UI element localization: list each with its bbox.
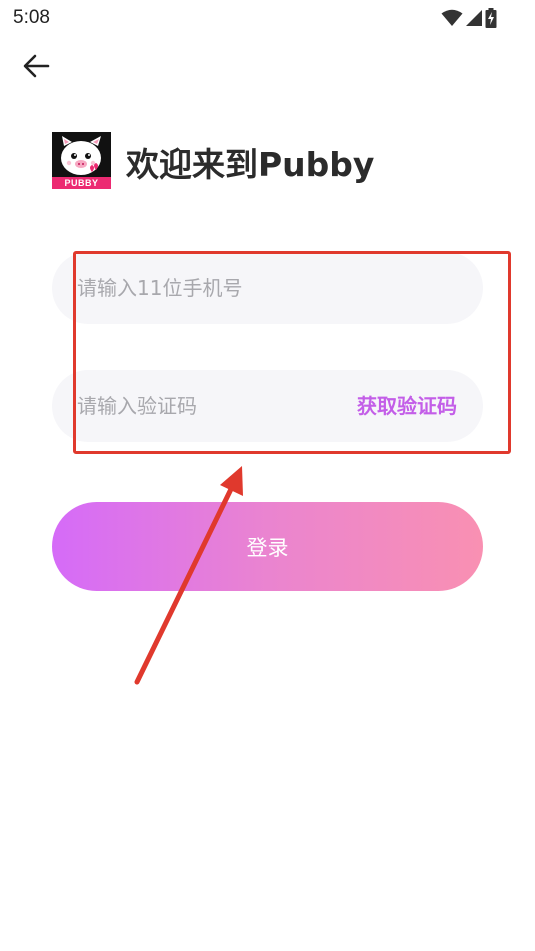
code-field: 获取验证码 <box>52 370 483 442</box>
signal-icon <box>465 9 483 27</box>
phone-field <box>52 252 483 324</box>
page-title: 欢迎来到Pubby <box>126 145 375 184</box>
login-screen: 5:08 PUBBY 欢迎来到Pubby 请输入11位手机号 请输入验证码 获取… <box>0 0 535 951</box>
app-logo: PUBBY <box>52 132 111 189</box>
status-bar: 5:08 <box>0 0 535 36</box>
logo-wordmark: PUBBY <box>52 177 111 189</box>
get-code-button[interactable]: 获取验证码 <box>357 370 457 442</box>
status-time: 5:08 <box>13 7 50 28</box>
wifi-icon <box>441 9 463 27</box>
battery-charging-icon <box>485 8 497 28</box>
verification-code-input[interactable] <box>77 370 327 442</box>
back-button[interactable] <box>18 50 54 86</box>
login-button[interactable]: 登录 <box>52 502 483 591</box>
pig-mascot-icon <box>61 136 101 175</box>
status-icons <box>441 7 497 29</box>
arrow-left-icon <box>22 52 50 84</box>
phone-input[interactable] <box>77 252 467 324</box>
